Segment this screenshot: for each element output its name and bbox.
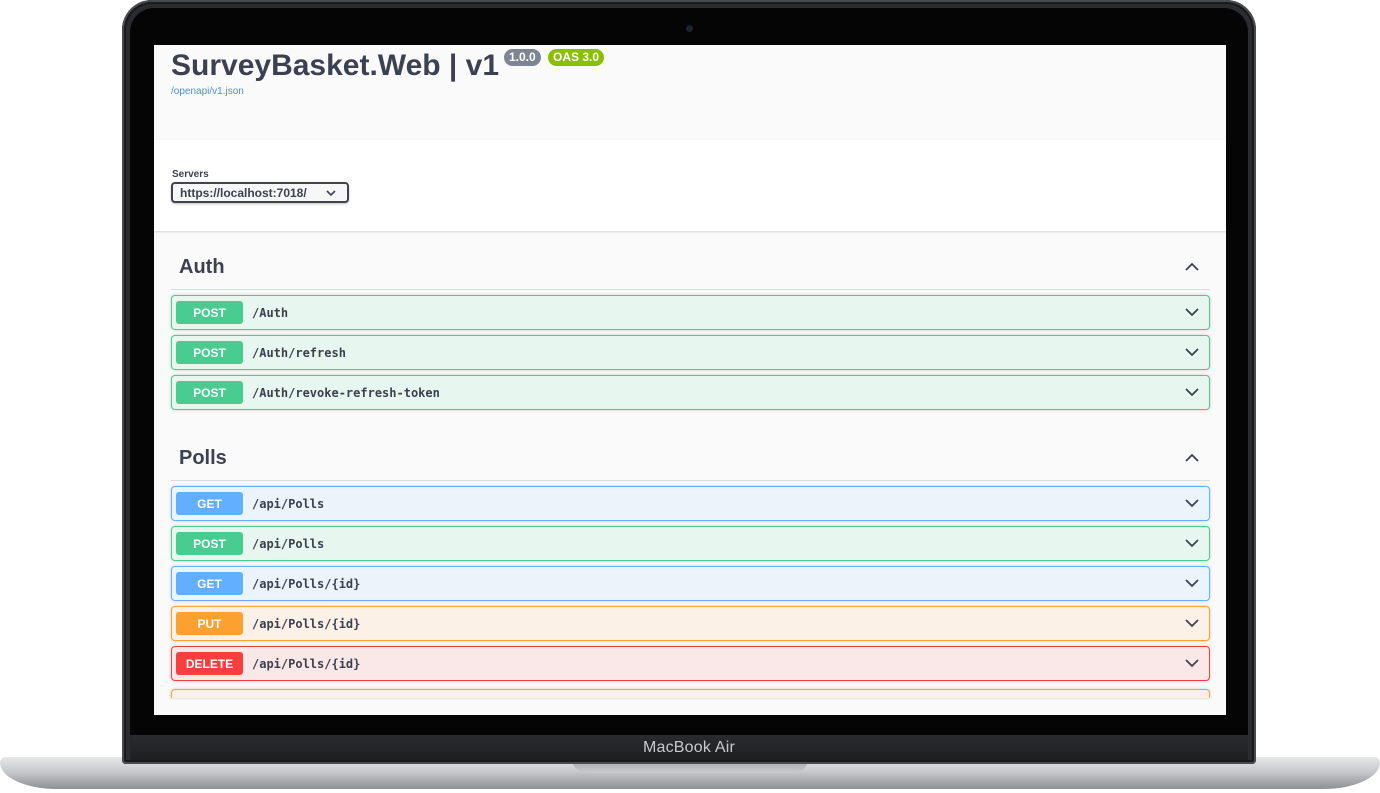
operation-path: /Auth/revoke-refresh-token [252,385,440,400]
method-badge: GET [176,572,243,595]
operation-row[interactable]: GET /api/Polls/{id} [171,566,1210,601]
tag-auth[interactable]: Auth [171,231,1210,290]
chevron-up-icon[interactable] [1184,452,1200,464]
method-badge: POST [176,532,243,555]
chevron-down-icon[interactable] [1185,498,1199,508]
method-badge: POST [176,381,243,404]
chevron-down-icon[interactable] [1185,538,1199,548]
operation-path: /api/Polls/{id} [252,576,361,591]
chevron-down-icon[interactable] [1185,347,1199,357]
chevron-down-icon[interactable] [1185,618,1199,628]
servers-bar: Servers https://localhost:7018/ [154,140,1226,231]
operation-path: /Auth [252,305,289,320]
operation-row[interactable]: DELETE /api/Polls/{id} [171,646,1210,681]
tag-title: Auth [179,256,225,278]
tag-title: Polls [179,447,227,469]
api-info: SurveyBasket.Web | v1 1.0.0 OAS 3.0 /ope… [154,45,1226,140]
operation-path: /api/Polls/{id} [252,656,361,671]
tag-polls[interactable]: Polls [171,422,1210,481]
operation-row[interactable]: POST /Auth [171,295,1210,330]
operation-row[interactable]: POST /Auth/revoke-refresh-token [171,375,1210,410]
operation-row[interactable]: POST /api/Polls [171,526,1210,561]
operation-row[interactable]: GET /api/Polls [171,486,1210,521]
chevron-down-icon[interactable] [1185,307,1199,317]
operation-path: /Auth/refresh [252,345,346,360]
oas-badge: OAS 3.0 [548,49,605,66]
chevron-down-icon[interactable] [1185,578,1199,588]
operation-path: /api/Polls/{id} [252,616,361,631]
operation-row[interactable]: PUT /api/Polls/{id} [171,606,1210,641]
operation-row[interactable]: POST /Auth/refresh [171,335,1210,370]
swagger-screen: SurveyBasket.Web | v1 1.0.0 OAS 3.0 /ope… [154,45,1226,715]
chevron-down-icon[interactable] [1185,658,1199,668]
servers-label: Servers [172,169,209,180]
server-select[interactable]: https://localhost:7018/ [171,182,349,203]
spec-link[interactable]: /openapi/v1.json [171,86,244,97]
laptop-chin: MacBook Air [130,735,1248,760]
chevron-down-icon[interactable] [1185,387,1199,397]
chevron-down-icon [326,190,336,197]
method-badge: DELETE [176,652,243,675]
server-select-value: https://localhost:7018/ [180,185,307,200]
chevron-up-icon[interactable] [1184,261,1200,273]
method-badge: GET [176,492,243,515]
operation-path: /api/Polls [252,536,325,551]
version-badge: 1.0.0 [504,49,541,66]
camera-icon [686,25,693,32]
device-label: MacBook Air [642,738,735,756]
method-badge: POST [176,301,243,324]
method-badge: PUT [176,612,243,635]
operation-path: /api/Polls [252,496,325,511]
page-title: SurveyBasket.Web | v1 [171,49,500,82]
operations-list: Auth POST /Auth POST /Auth/refresh POST … [154,231,1226,698]
method-badge: POST [176,341,243,364]
operation-row-partial[interactable] [171,689,1210,698]
